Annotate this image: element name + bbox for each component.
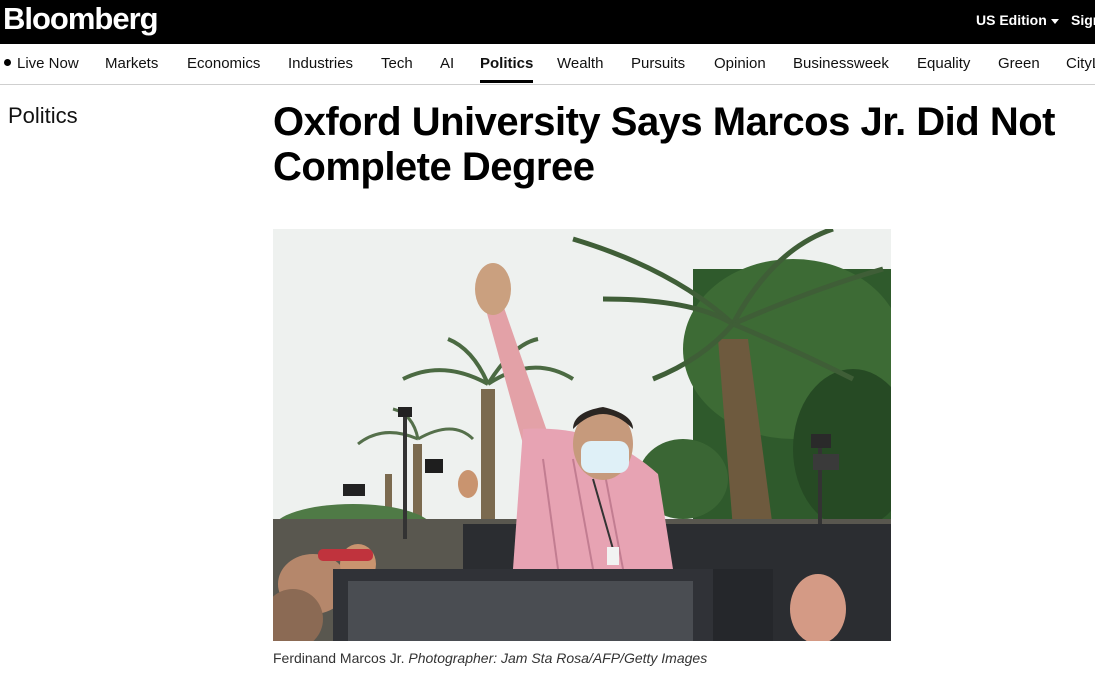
- caption-credit: Photographer: Jam Sta Rosa/AFP/Getty Ima…: [408, 650, 708, 666]
- nav-item-businessweek[interactable]: Businessweek: [793, 55, 889, 72]
- nav-item-ai[interactable]: AI: [440, 55, 454, 72]
- caption-subject: Ferdinand Marcos Jr.: [273, 650, 405, 666]
- edition-label: US Edition: [976, 12, 1047, 28]
- nav-item-tech[interactable]: Tech: [381, 55, 413, 72]
- main-nav: Live Now Markets Economics Industries Te…: [0, 44, 1095, 85]
- nav-item-live-now[interactable]: Live Now: [4, 55, 79, 72]
- sign-in-link[interactable]: Sign: [1071, 12, 1095, 28]
- photo-caption: Ferdinand Marcos Jr. Photographer: Jam S…: [273, 650, 707, 666]
- live-dot-icon: [4, 59, 11, 66]
- article-photo: [273, 229, 891, 641]
- nav-item-politics[interactable]: Politics: [480, 55, 534, 83]
- edition-selector[interactable]: US Edition: [976, 12, 1059, 28]
- nav-item-label: Live Now: [17, 55, 79, 72]
- top-bar: Bloomberg US Edition Sign: [0, 0, 1095, 44]
- nav-item-pursuits[interactable]: Pursuits: [631, 55, 685, 72]
- nav-item-opinion[interactable]: Opinion: [714, 55, 766, 72]
- nav-item-economics[interactable]: Economics: [187, 55, 260, 72]
- nav-item-green[interactable]: Green: [998, 55, 1040, 72]
- nav-item-equality[interactable]: Equality: [917, 55, 970, 72]
- section-label[interactable]: Politics: [8, 103, 78, 129]
- nav-item-citylab[interactable]: CityL: [1066, 55, 1095, 72]
- article-headline: Oxford University Says Marcos Jr. Did No…: [273, 100, 1055, 189]
- nav-item-wealth[interactable]: Wealth: [557, 55, 603, 72]
- nav-item-markets[interactable]: Markets: [105, 55, 158, 72]
- caret-down-icon: [1050, 18, 1059, 24]
- bloomberg-logo[interactable]: Bloomberg: [3, 0, 159, 40]
- nav-item-industries[interactable]: Industries: [288, 55, 353, 72]
